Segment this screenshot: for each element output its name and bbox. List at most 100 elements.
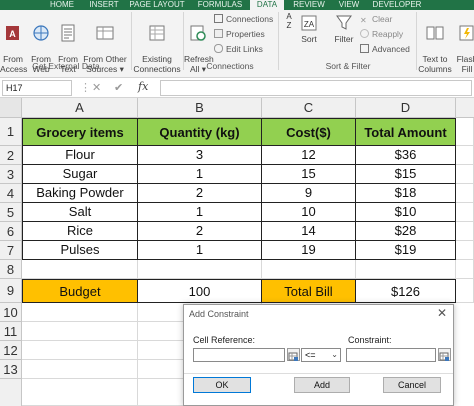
cell-empty[interactable] <box>456 203 474 222</box>
advanced-filter-button[interactable]: Advanced <box>360 44 410 55</box>
cell-empty[interactable] <box>456 260 474 279</box>
row-header-9[interactable]: 9 <box>0 279 22 303</box>
cell-item-name[interactable]: Salt <box>22 203 138 222</box>
budget-label-cell[interactable]: Budget <box>22 279 138 303</box>
existing-connections-button[interactable]: Existing Connections <box>133 14 181 74</box>
cell-item-cost[interactable]: 10 <box>262 203 356 222</box>
add-button[interactable]: Add <box>294 377 350 393</box>
total-bill-value-cell[interactable]: $126 <box>356 279 456 303</box>
row-header-6[interactable]: 6 <box>0 222 22 241</box>
row-header-2[interactable]: 2 <box>0 146 22 165</box>
column-header-b[interactable]: B <box>138 98 262 118</box>
cell-empty[interactable] <box>22 360 138 379</box>
cell-item-quantity[interactable]: 1 <box>138 241 262 260</box>
tab-developer[interactable]: DEVELOPER <box>368 0 426 10</box>
cell-item-total[interactable]: $15 <box>356 165 456 184</box>
cell-item-name[interactable]: Sugar <box>22 165 138 184</box>
cell-item-quantity[interactable]: 1 <box>138 203 262 222</box>
close-icon[interactable]: ✕ <box>437 306 447 320</box>
cell-item-name[interactable]: Rice <box>22 222 138 241</box>
tab-data[interactable]: DATA <box>250 0 284 10</box>
clear-filter-button[interactable]: ✕ Clear <box>360 14 392 25</box>
cell-empty[interactable] <box>456 184 474 203</box>
cell-empty[interactable] <box>22 322 138 341</box>
cell-item-quantity[interactable]: 3 <box>138 146 262 165</box>
formula-input[interactable] <box>160 80 472 96</box>
row-header-11[interactable]: 11 <box>0 322 22 341</box>
edit-links-button[interactable]: Edit Links <box>214 44 263 55</box>
operator-select[interactable]: <= ⌄ <box>301 348 341 362</box>
cell-item-quantity[interactable]: 2 <box>138 184 262 203</box>
constraint-picker-button[interactable] <box>438 348 451 361</box>
cell-item-quantity[interactable]: 1 <box>138 165 262 184</box>
tab-insert[interactable]: INSERT <box>86 0 122 10</box>
cancel-button[interactable]: Cancel <box>383 377 441 393</box>
filter-button[interactable]: Filter <box>330 14 358 44</box>
cell-empty[interactable] <box>356 260 456 279</box>
row-header-8[interactable]: 8 <box>0 260 22 279</box>
cell-empty[interactable] <box>456 241 474 260</box>
cell-empty[interactable] <box>456 146 474 165</box>
name-box[interactable]: H17 <box>2 80 72 96</box>
select-all-corner[interactable] <box>0 98 22 118</box>
text-to-columns-button[interactable]: Text to Columns <box>418 14 452 74</box>
row-header-7[interactable]: 7 <box>0 241 22 260</box>
column-header-e[interactable] <box>456 98 474 118</box>
cell-item-name[interactable]: Flour <box>22 146 138 165</box>
flash-fill-button[interactable]: Flash Fill <box>454 14 474 74</box>
row-header-3[interactable]: 3 <box>0 165 22 184</box>
row-header-1[interactable]: 1 <box>0 118 22 146</box>
column-header-c[interactable]: C <box>262 98 356 118</box>
cell-item-total[interactable]: $19 <box>356 241 456 260</box>
cell-reference-picker-button[interactable] <box>287 348 300 361</box>
cancel-entry-icon[interactable]: ✕ <box>92 81 101 94</box>
budget-value-cell[interactable]: 100 <box>138 279 262 303</box>
file-tab-stub[interactable] <box>0 0 22 10</box>
cell-empty[interactable] <box>22 341 138 360</box>
connections-button[interactable]: Connections <box>214 14 273 25</box>
tab-view[interactable]: VIEW <box>334 0 364 10</box>
cell-item-total[interactable]: $36 <box>356 146 456 165</box>
row-header-12[interactable]: 12 <box>0 341 22 360</box>
cell-empty[interactable] <box>456 165 474 184</box>
insert-function-icon[interactable]: fx <box>138 80 148 93</box>
cell-empty[interactable] <box>456 222 474 241</box>
cell-item-cost[interactable]: 14 <box>262 222 356 241</box>
cell-item-cost[interactable]: 19 <box>262 241 356 260</box>
cell-item-total[interactable]: $10 <box>356 203 456 222</box>
cell-empty[interactable] <box>262 260 356 279</box>
cell-empty[interactable] <box>456 118 474 146</box>
cell-item-cost[interactable]: 9 <box>262 184 356 203</box>
cell-empty[interactable] <box>22 260 138 279</box>
cell-item-name[interactable]: Pulses <box>22 241 138 260</box>
header-grocery-items[interactable]: Grocery items <box>22 118 138 146</box>
cell-empty[interactable] <box>22 303 138 322</box>
cell-empty[interactable] <box>22 379 138 406</box>
header-quantity[interactable]: Quantity (kg) <box>138 118 262 146</box>
tab-page-layout[interactable]: PAGE LAYOUT <box>126 0 188 10</box>
cell-empty[interactable] <box>138 260 262 279</box>
row-header-5[interactable]: 5 <box>0 203 22 222</box>
header-total-amount[interactable]: Total Amount <box>356 118 456 146</box>
cell-item-total[interactable]: $28 <box>356 222 456 241</box>
row-header-14[interactable] <box>0 379 22 406</box>
constraint-input[interactable] <box>346 348 436 362</box>
cell-item-name[interactable]: Baking Powder <box>22 184 138 203</box>
column-header-d[interactable]: D <box>356 98 456 118</box>
tab-home[interactable]: HOME <box>42 0 82 10</box>
row-header-10[interactable]: 10 <box>0 303 22 322</box>
reapply-button[interactable]: Reapply <box>360 29 403 40</box>
properties-button[interactable]: Properties <box>214 29 265 40</box>
cell-empty[interactable] <box>456 279 474 303</box>
total-bill-label-cell[interactable]: Total Bill <box>262 279 356 303</box>
sort-button[interactable]: ZA Sort <box>296 14 322 44</box>
tab-formulas[interactable]: FORMULAS <box>192 0 248 10</box>
cell-item-cost[interactable]: 15 <box>262 165 356 184</box>
column-header-a[interactable]: A <box>22 98 138 118</box>
cell-item-quantity[interactable]: 2 <box>138 222 262 241</box>
header-cost[interactable]: Cost($) <box>262 118 356 146</box>
enter-entry-icon[interactable]: ✔ <box>114 81 123 94</box>
row-header-13[interactable]: 13 <box>0 360 22 379</box>
ok-button[interactable]: OK <box>193 377 251 393</box>
cell-item-cost[interactable]: 12 <box>262 146 356 165</box>
